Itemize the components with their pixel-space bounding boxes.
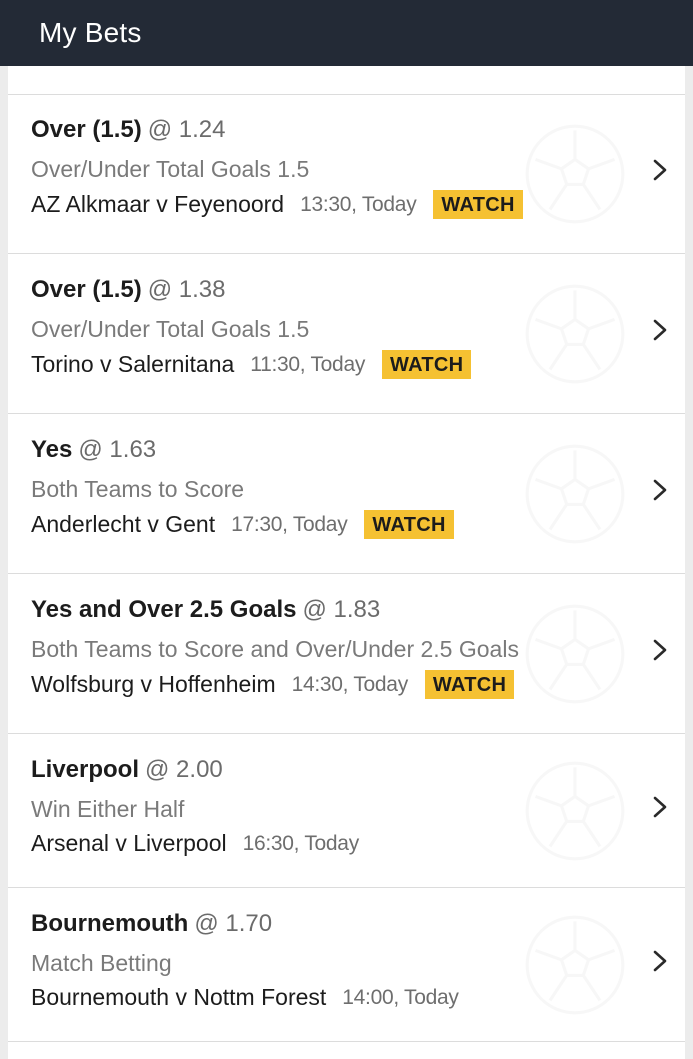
bet-odds: @ 1.38: [147, 276, 226, 303]
bet-selection-line: Yes and Over 2.5 Goals @ 1.83: [31, 596, 380, 624]
chevron-right-icon[interactable]: [651, 639, 669, 661]
chevron-right-icon[interactable]: [651, 950, 669, 972]
watch-button[interactable]: WATCH: [364, 510, 454, 539]
bet-market: Match Betting: [31, 950, 172, 976]
bet-event-line: Wolfsburg v Hoffenheim 14:30, Today WATCH: [31, 670, 515, 699]
list-top-divider: [8, 66, 685, 95]
bet-selection-line: Yes @ 1.63: [31, 436, 156, 464]
chevron-right-icon[interactable]: [651, 319, 669, 341]
watch-button[interactable]: WATCH: [382, 350, 472, 379]
bet-time: 13:30, Today: [300, 192, 417, 216]
bet-odds: @ 1.70: [194, 910, 273, 937]
bet-odds: @ 2.00: [145, 756, 223, 783]
bet-time: 11:30, Today: [250, 352, 366, 376]
bet-card[interactable]: Bournemouth @ 1.70 Match Betting Bournemo…: [8, 888, 685, 1042]
app-header: My Bets: [0, 0, 693, 66]
football-icon: [525, 915, 625, 1015]
bets-list: Over (1.5) @ 1.24 Over/Under Total Goals …: [8, 66, 685, 1059]
bet-market: Win Either Half: [31, 796, 185, 822]
bet-selection: Yes: [31, 436, 73, 463]
bet-time: 17:30, Today: [231, 512, 348, 536]
watch-button[interactable]: WATCH: [424, 670, 515, 699]
bet-event-line: Torino v Salernitana 11:30, Today WATCH: [31, 350, 472, 379]
bet-event: Bournemouth v Nottm Forest: [31, 984, 327, 1010]
bet-card[interactable]: Yes and Over 2.5 Goals @ 1.83 Both Teams …: [8, 574, 685, 734]
bet-odds: @ 1.24: [147, 116, 226, 143]
bet-selection: Over (1.5): [31, 116, 142, 143]
bet-time: 16:30, Today: [242, 831, 360, 855]
bet-event: Wolfsburg v Hoffenheim: [31, 671, 276, 697]
bet-selection: Yes and Over 2.5 Goals: [31, 596, 297, 623]
football-icon: [525, 284, 625, 384]
bet-odds: @ 1.63: [78, 436, 157, 463]
watch-button[interactable]: WATCH: [433, 190, 523, 219]
bet-time: 14:30, Today: [291, 672, 409, 696]
bet-card[interactable]: Yes @ 1.63 Both Teams to Score Anderlecht…: [8, 414, 685, 574]
bet-event-line: AZ Alkmaar v Feyenoord 13:30, Today WATCH: [31, 190, 523, 219]
football-icon: [525, 604, 625, 704]
bet-event-line: Arsenal v Liverpool 16:30, Today: [31, 830, 359, 857]
bet-card[interactable]: Liverpool @ 2.00 Win Either Half Arsenal …: [8, 734, 685, 888]
bet-selection: Liverpool: [31, 756, 140, 783]
bet-card[interactable]: Over (1.5) @ 1.38 Over/Under Total Goals …: [8, 254, 685, 414]
chevron-right-icon[interactable]: [651, 479, 669, 501]
football-icon: [525, 761, 625, 861]
bet-selection: Bournemouth: [31, 910, 189, 937]
bet-selection-line: Over (1.5) @ 1.38: [31, 276, 225, 304]
bet-selection: Over (1.5): [31, 276, 142, 303]
bet-selection-line: Bournemouth @ 1.70: [31, 910, 272, 938]
bet-selection-line: Over (1.5) @ 1.24: [31, 116, 225, 144]
chevron-right-icon[interactable]: [651, 796, 669, 818]
bet-event: Torino v Salernitana: [31, 351, 235, 377]
bet-event-line: Bournemouth v Nottm Forest 14:00, Today: [31, 984, 459, 1011]
bet-market: Over/Under Total Goals 1.5: [31, 316, 310, 342]
bet-market: Both Teams to Score: [31, 476, 245, 502]
chevron-right-icon[interactable]: [651, 159, 669, 181]
bet-event: Anderlecht v Gent: [31, 511, 216, 537]
football-icon: [525, 124, 625, 224]
bet-card[interactable]: Over (1.5) @ 1.24 Over/Under Total Goals …: [8, 94, 685, 254]
bet-market: Over/Under Total Goals 1.5: [31, 156, 310, 182]
bet-market: Both Teams to Score and Over/Under 2.5 G…: [31, 636, 519, 662]
bet-time: 14:00, Today: [342, 985, 459, 1009]
bet-odds: @ 1.83: [302, 596, 381, 623]
bet-event: AZ Alkmaar v Feyenoord: [31, 191, 285, 217]
bet-event-line: Anderlecht v Gent 17:30, Today WATCH: [31, 510, 454, 539]
football-icon: [525, 444, 625, 544]
page-title: My Bets: [39, 17, 142, 48]
bet-event: Arsenal v Liverpool: [31, 830, 227, 856]
bet-selection-line: Liverpool @ 2.00: [31, 756, 223, 784]
